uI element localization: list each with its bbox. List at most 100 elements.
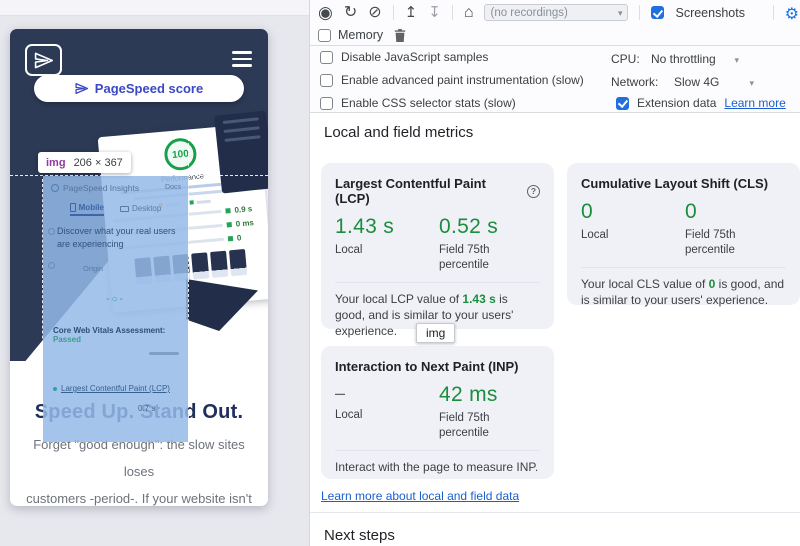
local-field-metrics-heading: Local and field metrics <box>324 124 473 141</box>
phone-icon <box>70 203 76 212</box>
card-divider <box>335 282 540 283</box>
memory-label: Memory <box>338 28 383 42</box>
css-selector-stats-label: Enable CSS selector stats (slow) <box>341 96 516 110</box>
chevron-down-icon <box>734 52 739 66</box>
collect-garbage-icon[interactable] <box>394 29 406 42</box>
save-profile-button[interactable]: ↧ <box>428 5 441 20</box>
inp-local-value: – <box>335 383 439 404</box>
extension-data-checkbox[interactable] <box>616 97 629 110</box>
screenshot-fragment <box>214 110 268 193</box>
psi-discover-text: Discover what your real users are experi… <box>57 225 179 251</box>
learn-more-field-data-link[interactable]: Learn more about local and field data <box>321 489 519 503</box>
memory-checkbox[interactable] <box>318 29 331 42</box>
node-link-tooltip: img <box>416 323 455 343</box>
cpu-throttling-select[interactable]: No throttling <box>651 52 739 66</box>
psi-tabs: Mobile Desktop <box>43 203 188 216</box>
psi-header: PageSpeed Insights <box>51 183 139 193</box>
advanced-paint-checkbox[interactable] <box>320 74 333 87</box>
extension-learn-more-link[interactable]: Learn more <box>724 96 785 110</box>
cls-description: Your local CLS value of 0 is good, and i… <box>581 276 786 308</box>
cls-card-title: Cumulative Layout Shift (CLS) <box>581 176 768 191</box>
cls-local-value: 0 <box>581 200 685 224</box>
rocket-icon <box>75 82 88 95</box>
inp-field-value: 42 ms <box>439 383 525 407</box>
chevron-down-icon <box>618 7 623 19</box>
hamburger-menu-icon[interactable] <box>232 51 252 67</box>
pagespeed-score-label: PageSpeed score <box>95 81 203 96</box>
psi-side-icon <box>48 228 55 235</box>
lcp-local-label: Local <box>335 243 421 258</box>
advanced-paint-label: Enable advanced paint instrumentation (s… <box>341 73 584 87</box>
clear-recordings-button[interactable]: ⊘ <box>368 5 381 21</box>
psi-lcp-value: 0.7 s <box>138 404 155 413</box>
load-profile-button[interactable]: ↥ <box>405 5 418 20</box>
inspect-guide-line <box>42 179 43 384</box>
psi-expand-link <box>149 352 179 355</box>
lcp-local-value: 1.43 s <box>335 215 439 239</box>
cls-local-label: Local <box>581 228 667 243</box>
disable-js-samples-checkbox[interactable] <box>320 51 333 64</box>
inp-description: Interact with the page to measure INP. <box>335 459 540 475</box>
lcp-card-title: Largest Contentful Paint (LCP) <box>335 176 519 206</box>
cls-field-label: Field 75th percentile <box>685 228 771 258</box>
help-icon[interactable]: ? <box>527 185 540 198</box>
recordings-dropdown[interactable]: (no recordings) <box>484 4 628 21</box>
recordings-dropdown-value: (no recordings) <box>490 7 567 19</box>
psi-lcp-link: Largest Contentful Paint (LCP) <box>53 384 170 393</box>
paper-plane-icon <box>34 51 53 70</box>
screenshots-checkbox[interactable] <box>651 6 664 19</box>
extension-data-label: Extension data <box>637 96 716 110</box>
paragraph-line: customers -period-. If your website isn'… <box>18 485 260 506</box>
toolbar-divider <box>393 5 394 20</box>
section-divider <box>310 512 800 513</box>
performance-toolbar: ◉ ↻ ⊘ ↥ ↧ ⌂ (no recordings) Screenshots … <box>310 0 800 46</box>
inspect-guide-line <box>10 175 268 176</box>
live-metrics-home-button[interactable]: ⌂ <box>464 5 474 21</box>
laptop-icon <box>120 206 129 212</box>
psi-gauge: -○- <box>43 294 188 305</box>
inp-field-label: Field 75th percentile <box>439 411 525 441</box>
psi-logo-icon <box>51 184 59 192</box>
cpu-throttling-value: No throttling <box>651 52 716 66</box>
lcp-field-label: Field 75th percentile <box>439 243 525 273</box>
chevron-down-icon <box>749 75 754 89</box>
pagespeed-score-button[interactable]: PageSpeed score <box>34 75 244 102</box>
psi-docs-link: Docs <box>165 184 181 191</box>
psi-side-icon <box>48 262 55 269</box>
disable-js-samples-label: Disable JavaScript samples <box>341 50 488 64</box>
element-size-tooltip: img 206 × 367 <box>38 152 131 173</box>
element-dimensions: 206 × 367 <box>74 157 123 169</box>
psi-tab-mobile: Mobile <box>70 203 104 216</box>
performance-score: 100 <box>172 148 190 160</box>
viewport-top-strip <box>0 0 309 16</box>
css-selector-stats-checkbox[interactable] <box>320 97 333 110</box>
toolbar-divider <box>639 5 640 20</box>
screenshots-label: Screenshots <box>675 6 744 20</box>
capture-settings-gear-icon[interactable]: ⚙ <box>785 4 799 24</box>
psi-title: PageSpeed Insights <box>63 183 139 193</box>
inp-card-title: Interaction to Next Paint (INP) <box>335 359 518 374</box>
reload-and-record-button[interactable]: ↻ <box>344 5 357 21</box>
toolbar-divider <box>773 5 774 20</box>
inspected-page-viewport: PageSpeed score 100 Performance 0.9 s 0 … <box>0 0 309 546</box>
cls-metric-card: Cumulative Layout Shift (CLS) 0 Local 0 … <box>567 163 800 305</box>
next-steps-heading: Next steps <box>324 527 395 544</box>
inp-metric-card: Interaction to Next Paint (INP) – Local … <box>321 346 554 479</box>
cls-field-value: 0 <box>685 200 771 224</box>
network-throttling-select[interactable]: Slow 4G <box>674 75 754 89</box>
network-label: Network: <box>611 75 658 89</box>
capture-settings-pane: Disable JavaScript samples Enable advanc… <box>310 46 800 113</box>
psi-tab-desktop: Desktop <box>120 203 161 216</box>
devtools-performance-panel: ◉ ↻ ⊘ ↥ ↧ ⌂ (no recordings) Screenshots … <box>309 0 800 546</box>
inspect-guide-line <box>188 133 189 443</box>
record-button[interactable]: ◉ <box>318 4 333 21</box>
hero-paragraph: Forget "good enough": the slow sites los… <box>18 431 260 506</box>
performance-score-ring: 100 <box>163 137 198 172</box>
psi-origin-label: Origin <box>83 264 103 273</box>
site-logo[interactable] <box>25 44 62 76</box>
card-divider <box>335 450 540 451</box>
lcp-field-value: 0.52 s <box>439 215 525 239</box>
lcp-metric-card: Largest Contentful Paint (LCP) ? 1.43 s … <box>321 163 554 329</box>
element-highlight-overlay: PageSpeed Insights Docs Mobile Desktop D… <box>43 176 188 442</box>
website-page: PageSpeed score 100 Performance 0.9 s 0 … <box>10 29 268 506</box>
